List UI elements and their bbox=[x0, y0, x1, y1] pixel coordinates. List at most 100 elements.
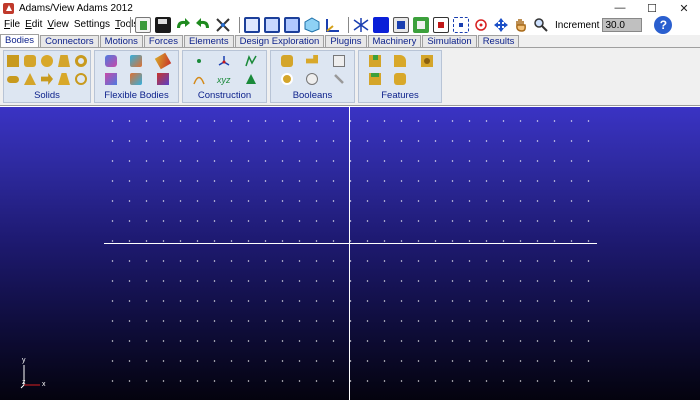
tab-elements[interactable]: Elements bbox=[183, 35, 234, 47]
toolbar-separator bbox=[130, 17, 131, 33]
split-icon[interactable] bbox=[306, 73, 318, 85]
tab-forces[interactable]: Forces bbox=[143, 35, 183, 47]
tab-bodies[interactable]: Bodies bbox=[0, 34, 40, 47]
increment-input[interactable] bbox=[602, 18, 643, 32]
window-controls: — ☐ ✕ bbox=[604, 0, 700, 16]
toolbar-separator bbox=[348, 17, 349, 33]
grid-x-axis-line bbox=[104, 243, 597, 244]
ribbon-tabs: Bodies Connectors Motions Forces Element… bbox=[0, 34, 700, 48]
extrusion-icon[interactable] bbox=[41, 73, 53, 85]
tab-results[interactable]: Results bbox=[477, 35, 520, 47]
boss-icon[interactable] bbox=[369, 73, 381, 85]
plate-icon[interactable] bbox=[24, 73, 36, 85]
flex-body-6-icon[interactable] bbox=[157, 73, 169, 85]
menu-settings[interactable]: Settings bbox=[74, 19, 110, 30]
menu-edit[interactable]: Edit bbox=[25, 19, 42, 30]
fillet-icon[interactable] bbox=[394, 55, 406, 67]
ribbon-group-solids: Solids bbox=[3, 50, 91, 103]
coordinate-icon[interactable] bbox=[324, 17, 340, 33]
shaded-icon[interactable] bbox=[373, 17, 389, 33]
ribbon-panel: Solids Flexible Bodies xyz Construction bbox=[0, 48, 700, 106]
title-bar: Adams/View Adams 2012 — ☐ ✕ bbox=[0, 0, 700, 16]
toolbar-separator bbox=[239, 17, 240, 33]
global-triad: y x z bbox=[18, 357, 52, 391]
merge-icon[interactable] bbox=[306, 55, 318, 64]
hole-icon[interactable] bbox=[421, 55, 433, 67]
minimize-button[interactable]: — bbox=[604, 0, 636, 16]
point-icon[interactable] bbox=[193, 55, 205, 67]
menu-file[interactable]: File bbox=[4, 19, 20, 30]
window-title: Adams/View Adams 2012 bbox=[19, 2, 133, 14]
undo-icon[interactable] bbox=[195, 17, 211, 33]
render-icon[interactable] bbox=[393, 17, 409, 33]
triad-x-label: x bbox=[42, 381, 46, 388]
rotate-icon[interactable] bbox=[473, 17, 489, 33]
cylinder-icon[interactable] bbox=[24, 55, 36, 67]
ribbon-group-construction: xyz Construction bbox=[182, 50, 267, 103]
tab-simulation[interactable]: Simulation bbox=[422, 35, 477, 47]
sphere-icon[interactable] bbox=[41, 55, 53, 67]
torus-icon[interactable] bbox=[75, 55, 87, 67]
box-icon[interactable] bbox=[7, 55, 19, 67]
tab-machinery[interactable]: Machinery bbox=[367, 35, 422, 47]
redo-icon[interactable] bbox=[175, 17, 191, 33]
flex-body-2-icon[interactable] bbox=[130, 55, 142, 67]
flex-body-5-icon[interactable] bbox=[130, 73, 142, 85]
union-icon[interactable] bbox=[281, 55, 293, 67]
view-right-icon[interactable] bbox=[284, 17, 300, 33]
iso-view-icon[interactable] bbox=[304, 17, 320, 33]
hand-icon[interactable] bbox=[513, 17, 529, 33]
triad-z-label: z bbox=[22, 379, 26, 386]
link-icon[interactable] bbox=[7, 76, 19, 83]
ribbon-group-flexible-bodies: Flexible Bodies bbox=[94, 50, 179, 103]
tab-design-exploration[interactable]: Design Exploration bbox=[234, 35, 325, 47]
close-button[interactable]: ✕ bbox=[668, 0, 700, 16]
hollow-icon[interactable] bbox=[394, 73, 406, 85]
chain-icon[interactable] bbox=[75, 73, 87, 85]
ribbon-group-features: Features bbox=[358, 50, 442, 103]
save-icon[interactable] bbox=[155, 17, 171, 33]
adams-view-window: Adams/View Adams 2012 — ☐ ✕ File Edit Vi… bbox=[0, 0, 700, 400]
marker-icon[interactable] bbox=[218, 55, 230, 67]
intersect-icon[interactable] bbox=[333, 55, 345, 67]
adams-app-icon bbox=[3, 2, 14, 14]
ribbon-group-label: Construction bbox=[197, 90, 252, 101]
model-viewport[interactable]: y x z bbox=[0, 107, 700, 400]
flex-body-icon[interactable] bbox=[105, 55, 117, 67]
view-front-icon[interactable] bbox=[244, 17, 260, 33]
chain-break-icon[interactable] bbox=[333, 73, 345, 85]
chamfer-icon[interactable] bbox=[369, 55, 381, 67]
svg-text:xyz: xyz bbox=[216, 75, 231, 85]
zoom-icon[interactable] bbox=[533, 17, 549, 33]
tab-plugins[interactable]: Plugins bbox=[325, 35, 367, 47]
menu-view[interactable]: View bbox=[47, 19, 69, 30]
xyz-icon[interactable]: xyz bbox=[216, 73, 232, 85]
new-icon[interactable] bbox=[135, 17, 151, 33]
fit-icon[interactable] bbox=[413, 17, 429, 33]
select-icon[interactable] bbox=[215, 17, 231, 33]
pan-icon[interactable] bbox=[493, 17, 509, 33]
revolution-icon[interactable] bbox=[58, 73, 70, 85]
center-icon[interactable] bbox=[453, 17, 469, 33]
cut-icon[interactable] bbox=[281, 73, 293, 85]
zoom-window-icon[interactable] bbox=[433, 17, 449, 33]
polyline-icon[interactable] bbox=[245, 55, 257, 67]
triad-y-label: y bbox=[22, 357, 26, 364]
ribbon-group-label: Booleans bbox=[292, 90, 333, 101]
ribbon-group-label: Solids bbox=[34, 90, 60, 101]
plane-icon[interactable] bbox=[245, 73, 257, 85]
flex-body-4-icon[interactable] bbox=[105, 73, 117, 85]
arc-icon[interactable] bbox=[193, 73, 205, 85]
wireframe-icon[interactable] bbox=[353, 17, 369, 33]
maximize-button[interactable]: ☐ bbox=[636, 0, 668, 16]
view-top-icon[interactable] bbox=[264, 17, 280, 33]
tab-motions[interactable]: Motions bbox=[99, 35, 143, 47]
main-toolbar: Increment ? bbox=[126, 15, 673, 35]
flex-body-3-icon[interactable] bbox=[154, 52, 172, 70]
tab-connectors[interactable]: Connectors bbox=[40, 35, 99, 47]
working-grid bbox=[104, 111, 598, 397]
ribbon-group-label: Flexible Bodies bbox=[104, 90, 169, 101]
help-icon[interactable]: ? bbox=[654, 16, 673, 34]
increment-label: Increment bbox=[555, 19, 600, 31]
frustum-icon[interactable] bbox=[58, 55, 70, 67]
